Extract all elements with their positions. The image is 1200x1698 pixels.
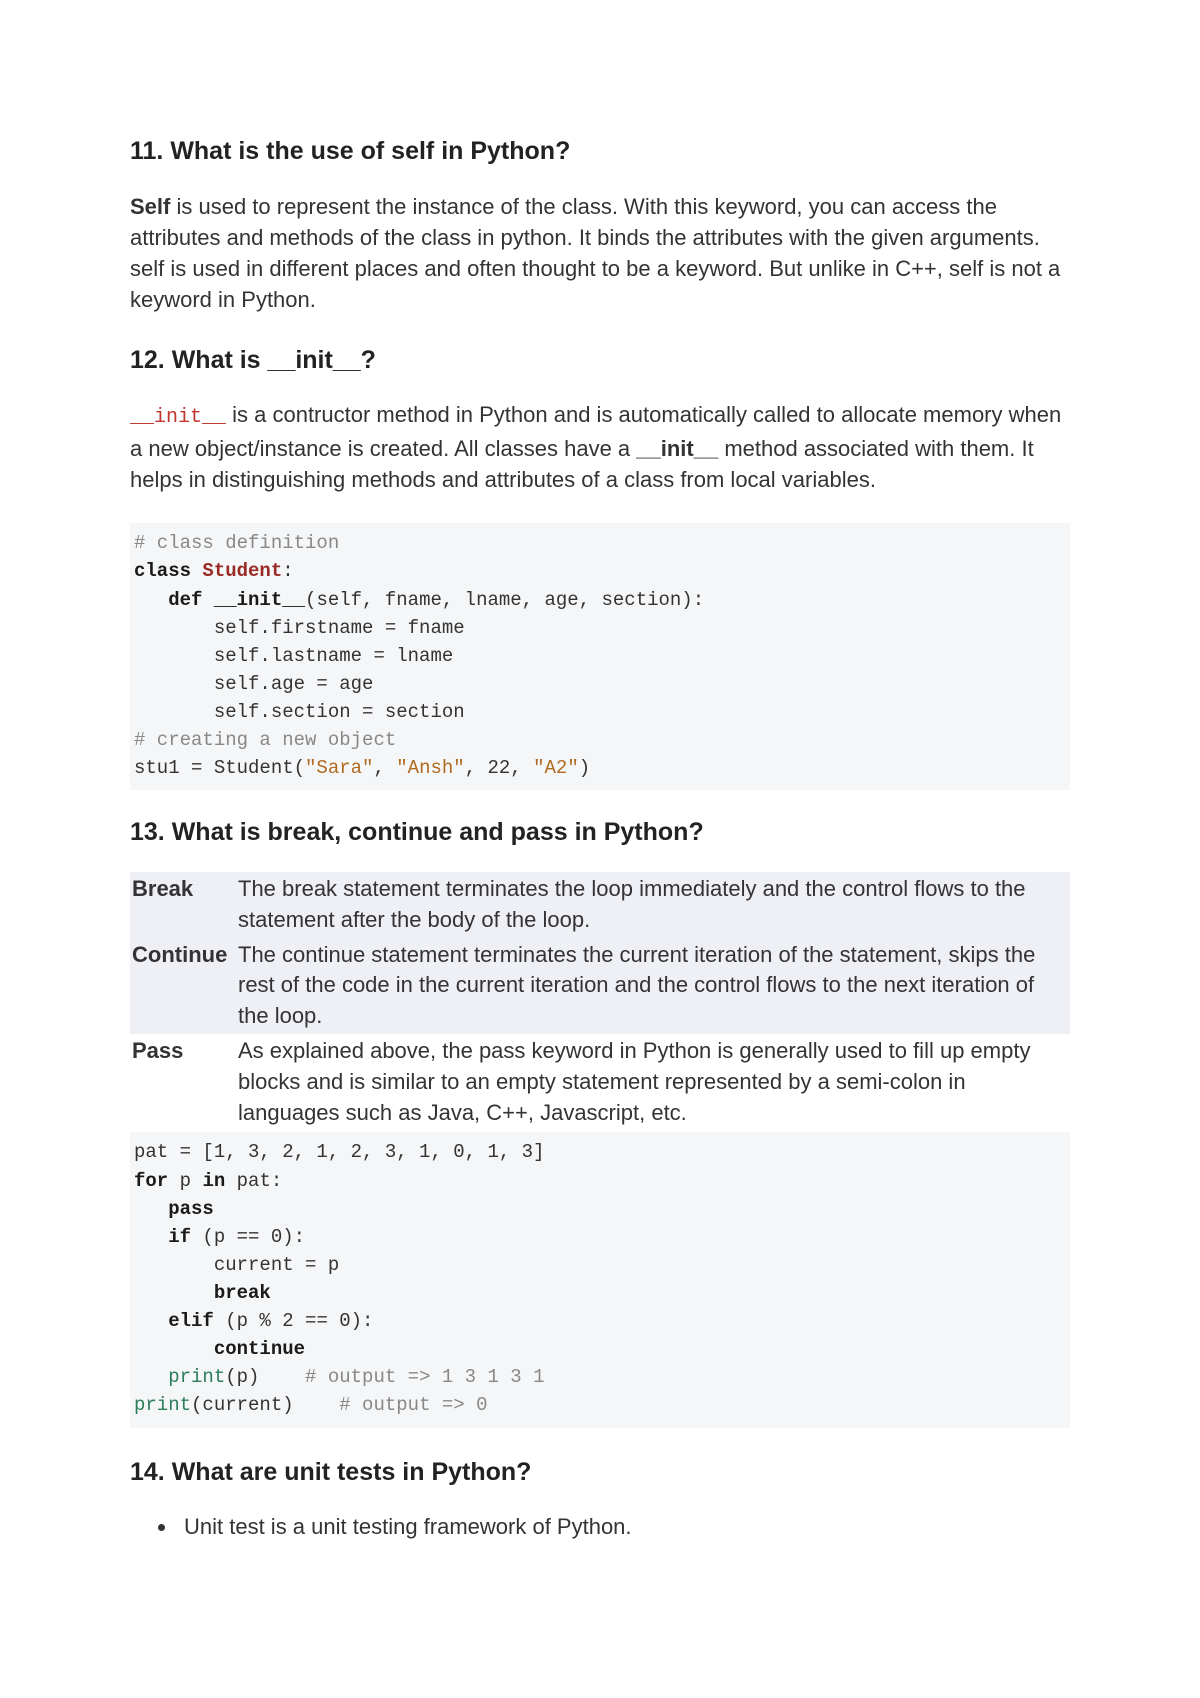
code-kw-break: break — [134, 1282, 271, 1304]
heading-q13: 13. What is break, continue and pass in … — [130, 816, 1070, 850]
code-fn-print: print — [134, 1366, 225, 1388]
text-q11-rest: is used to represent the instance of the… — [130, 194, 1060, 313]
code-text: stu1 = Student( — [134, 757, 305, 779]
code-kw-for: for — [134, 1170, 168, 1192]
code-text: , 22, — [465, 757, 533, 779]
code-line: # class definition — [134, 532, 339, 554]
desc-continue: The continue statement terminates the cu… — [236, 938, 1070, 1034]
code-line: self.lastname = lname — [134, 645, 453, 667]
code-line: pat = [1, 3, 2, 1, 2, 3, 1, 0, 1, 3] — [134, 1141, 544, 1163]
code-str: "Sara" — [305, 757, 373, 779]
code-text: p — [168, 1170, 202, 1192]
code-kw-def: def — [134, 589, 202, 611]
heading-q14: 14. What are unit tests in Python? — [130, 1456, 1070, 1490]
code-kw-pass: pass — [134, 1198, 214, 1220]
code-block-q13: pat = [1, 3, 2, 1, 2, 3, 1, 0, 1, 3] for… — [130, 1132, 1070, 1427]
table-row: Break The break statement terminates the… — [130, 872, 1070, 938]
document-page: 11. What is the use of self in Python? S… — [0, 0, 1200, 1698]
code-line: self.section = section — [134, 701, 465, 723]
code-kw-continue: continue — [134, 1338, 305, 1360]
definition-table: Break The break statement terminates the… — [130, 872, 1070, 1130]
code-comment: # output => 0 — [339, 1394, 487, 1416]
code-kw-in: in — [202, 1170, 225, 1192]
code-text: , — [373, 757, 396, 779]
table-row: Pass As explained above, the pass keywor… — [130, 1034, 1070, 1130]
term-continue: Continue — [130, 938, 236, 1034]
code-classname: Student — [191, 560, 282, 582]
paragraph-q12: __init__ is a contructor method in Pytho… — [130, 399, 1070, 495]
code-block-q12: # class definition class Student: def __… — [130, 523, 1070, 790]
list-item: Unit test is a unit testing framework of… — [178, 1511, 1070, 1543]
code-text: (p) — [225, 1366, 305, 1388]
code-line: self.age = age — [134, 673, 373, 695]
bold-self: Self — [130, 194, 170, 219]
desc-pass: As explained above, the pass keyword in … — [236, 1034, 1070, 1130]
code-kw-if: if — [134, 1226, 191, 1248]
code-text: (self, fname, lname, age, section): — [305, 589, 704, 611]
term-break: Break — [130, 872, 236, 938]
code-str: "A2" — [533, 757, 579, 779]
code-text: ) — [579, 757, 590, 779]
code-line: # creating a new object — [134, 729, 396, 751]
code-text: (p == 0): — [191, 1226, 305, 1248]
code-text: (current) — [191, 1394, 339, 1416]
heading-q12: 12. What is __init__? — [130, 344, 1070, 378]
code-kw-class: class — [134, 560, 191, 582]
bold-init: __init__ — [636, 436, 718, 461]
code-text: pat: — [225, 1170, 282, 1192]
table-row: Continue The continue statement terminat… — [130, 938, 1070, 1034]
desc-break: The break statement terminates the loop … — [236, 872, 1070, 938]
inline-code-init: __init__ — [130, 406, 226, 429]
bullet-list-q14: Unit test is a unit testing framework of… — [154, 1511, 1070, 1543]
code-kw-elif: elif — [134, 1310, 214, 1332]
code-line: self.firstname = fname — [134, 617, 465, 639]
code-line: current = p — [134, 1254, 339, 1276]
paragraph-q11: Self is used to represent the instance o… — [130, 191, 1070, 316]
term-pass: Pass — [130, 1034, 236, 1130]
code-text: (p % 2 == 0): — [214, 1310, 374, 1332]
code-fn-print: print — [134, 1394, 191, 1416]
code-text: : — [282, 560, 293, 582]
code-init-name: __init__ — [202, 589, 305, 611]
code-comment: # output => 1 3 1 3 1 — [305, 1366, 544, 1388]
code-str: "Ansh" — [396, 757, 464, 779]
heading-q11: 11. What is the use of self in Python? — [130, 135, 1070, 169]
